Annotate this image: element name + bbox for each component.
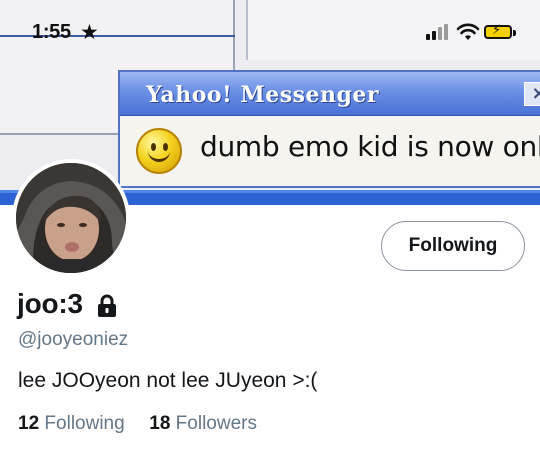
display-name: joo:3 — [17, 288, 83, 319]
following-button[interactable]: Following — [381, 221, 525, 271]
following-stat-label: Following — [44, 413, 125, 434]
popup-title: Yahoo! Messenger — [146, 82, 379, 108]
avatar-photo — [16, 163, 126, 273]
signal-icon — [426, 22, 448, 42]
followers-stat[interactable]: 18 Followers — [149, 413, 257, 434]
profile-stats: 12 Following 18 Followers — [18, 413, 257, 435]
star-icon: ★ — [80, 20, 99, 44]
profile-avatar[interactable] — [12, 159, 130, 277]
followers-stat-label: Followers — [175, 413, 257, 434]
battery-nub — [513, 30, 516, 36]
profile-bio: lee JOOyeon not lee JUyeon >:( — [18, 369, 318, 392]
smiley-icon — [136, 128, 182, 174]
popup-message: dumb emo kid is now online — [200, 130, 540, 163]
following-count: 12 — [18, 413, 40, 434]
following-stat[interactable]: 12 Following — [18, 413, 125, 434]
popup-close-icon: × — [524, 82, 540, 106]
wifi-icon — [456, 23, 480, 40]
yahoo-messenger-popup: Yahoo! Messenger × dumb emo kid is now o… — [118, 70, 540, 188]
username-handle: @jooyeoniez — [18, 329, 129, 350]
lock-icon — [98, 294, 116, 317]
followers-count: 18 — [149, 413, 171, 434]
popup-titlebar: Yahoo! Messenger × — [120, 72, 540, 116]
battery-charging-icon: ⚡ — [484, 23, 512, 39]
status-time: 1:55 — [32, 21, 71, 43]
